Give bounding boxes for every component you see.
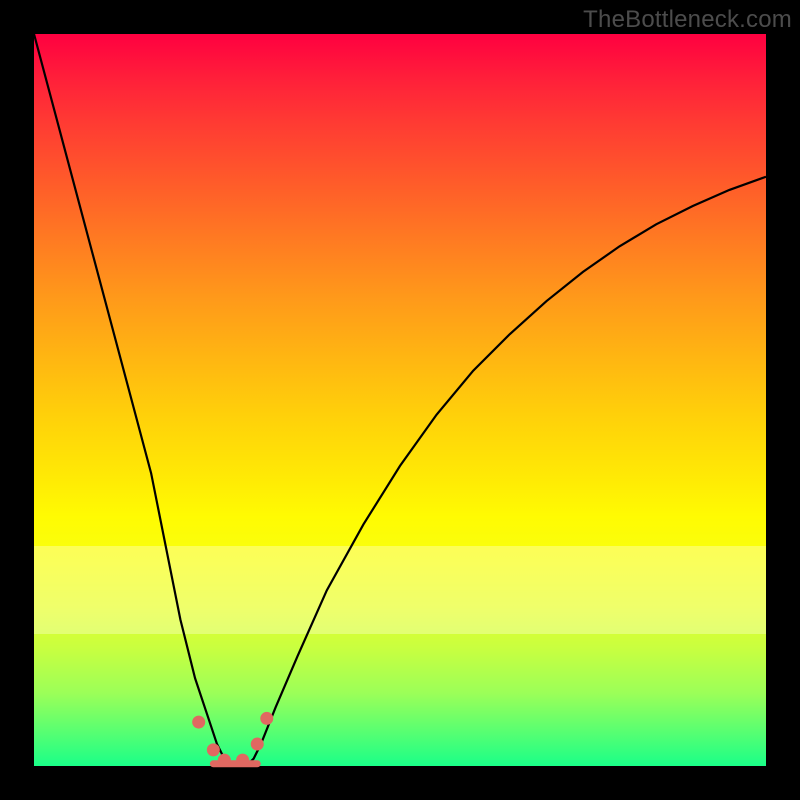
curve-marker bbox=[207, 743, 220, 756]
chart-frame: TheBottleneck.com bbox=[0, 0, 800, 800]
curve-marker bbox=[251, 738, 264, 751]
curve-marker bbox=[260, 712, 273, 725]
curve-marker bbox=[236, 754, 249, 767]
chart-svg bbox=[34, 34, 766, 766]
curve-marker bbox=[218, 754, 231, 767]
plot-area bbox=[34, 34, 766, 766]
marker-group bbox=[192, 712, 273, 767]
watermark-text: TheBottleneck.com bbox=[583, 6, 792, 34]
bottleneck-curve bbox=[34, 34, 766, 766]
curve-marker bbox=[192, 716, 205, 729]
